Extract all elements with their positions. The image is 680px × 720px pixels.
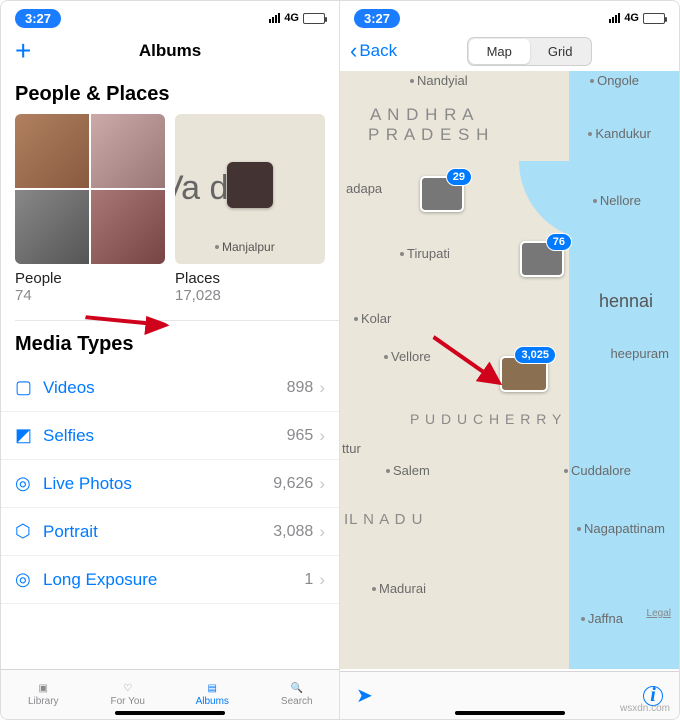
places-label: Places [175,270,325,287]
map-region: P R A D E S H [368,125,489,145]
foryou-icon: ♡ [123,683,132,694]
map-region: IL N A D U [344,511,423,528]
map-city: Kolar [354,311,391,326]
section-people-places-title: People & Places [1,71,339,114]
seg-map[interactable]: Map [469,39,530,64]
map-city: Nellore [593,193,641,208]
places-tile[interactable]: Va da Manjalpur Places 17,028 [175,114,325,304]
portrait-icon: ⬡ [15,521,43,542]
face-thumb [91,114,165,188]
chevron-right-icon: › [319,474,325,494]
face-thumb [15,114,89,188]
map-city: ttur [342,441,361,456]
legal-link[interactable]: Legal [647,608,671,619]
map-city: Nagapattinam [577,521,665,536]
chevron-right-icon: › [319,570,325,590]
status-time: 3:27 [15,9,61,28]
location-button[interactable]: ➤ [356,683,373,708]
signal-icon [609,13,620,23]
home-indicator[interactable] [115,711,225,715]
chevron-right-icon: › [319,378,325,398]
livephoto-icon: ◎ [15,473,43,494]
section-media-types-title: Media Types [1,321,339,364]
map-region: A N D H R A [370,105,475,125]
photo-cluster[interactable]: 3,025 [500,356,548,392]
people-count: 74 [15,287,165,304]
map-view[interactable]: Nandyial Ongole A N D H R A P R A D E S … [340,71,679,669]
map-city: Nandyial [410,73,468,88]
places-thumb [227,162,273,208]
chevron-right-icon: › [319,522,325,542]
status-bar: 3:27 4G [340,1,679,31]
map-city-small: Manjalpur [215,240,275,254]
network-label: 4G [624,12,639,24]
nav-bar: ‹Back Map Grid [340,31,679,71]
map-city: adapa [346,181,382,196]
tab-search[interactable]: 🔍Search [255,670,340,719]
tab-library[interactable]: ▣Library [1,670,86,719]
map-city: Cuddalore [564,463,631,478]
map-city: Jaffna [581,611,623,626]
cluster-count: 3,025 [514,346,556,364]
longexposure-icon: ◎ [15,569,43,590]
map-city: Tirupati [400,246,450,261]
places-map-screen: 3:27 4G ‹Back Map Grid Nandyial Ongole A… [340,1,679,719]
places-count: 17,028 [175,287,325,304]
video-icon: ▢ [15,377,43,398]
map-city: heepuram [610,346,669,361]
map-city: Ongole [590,73,639,88]
map-city: Madurai [372,581,426,596]
albums-icon: ▤ [208,683,217,694]
seg-grid[interactable]: Grid [530,39,591,64]
selfie-icon: ◩ [15,425,43,446]
search-icon: 🔍 [291,683,303,694]
status-time: 3:27 [354,9,400,28]
photo-cluster[interactable]: 29 [420,176,464,212]
media-type-selfies[interactable]: ◩ Selfies 965 › [1,412,339,460]
map-city: hennai [599,291,653,312]
map-city: Vellore [384,349,431,364]
photo-cluster[interactable]: 76 [520,241,564,277]
library-icon: ▣ [39,683,48,694]
people-label: People [15,270,165,287]
media-type-longexposure[interactable]: ◎ Long Exposure 1 › [1,556,339,604]
media-type-livephotos[interactable]: ◎ Live Photos 9,626 › [1,460,339,508]
network-label: 4G [284,12,299,24]
segmented-control: Map Grid [467,37,593,66]
media-type-videos[interactable]: ▢ Videos 898 › [1,364,339,412]
chevron-left-icon: ‹ [350,40,357,62]
albums-screen: 3:27 4G + Albums People & Places [1,1,340,719]
signal-icon [269,13,280,23]
add-button[interactable]: + [15,35,31,67]
face-thumb [15,190,89,264]
watermark: wsxdn.com [620,703,670,714]
nav-title: Albums [139,41,201,61]
people-tile[interactable]: People 74 [15,114,165,304]
status-bar: 3:27 4G [1,1,339,31]
battery-icon [303,13,325,24]
face-thumb [91,190,165,264]
chevron-right-icon: › [319,426,325,446]
cluster-count: 29 [446,168,472,186]
map-city: Kandukur [588,126,651,141]
battery-icon [643,13,665,24]
home-indicator[interactable] [455,711,565,715]
nav-bar: + Albums [1,31,339,71]
cluster-count: 76 [546,233,572,251]
map-region: P U D U C H E R R Y [410,411,562,427]
map-city: Salem [386,463,430,478]
back-button[interactable]: ‹Back [350,40,397,62]
media-type-portrait[interactable]: ⬡ Portrait 3,088 › [1,508,339,556]
